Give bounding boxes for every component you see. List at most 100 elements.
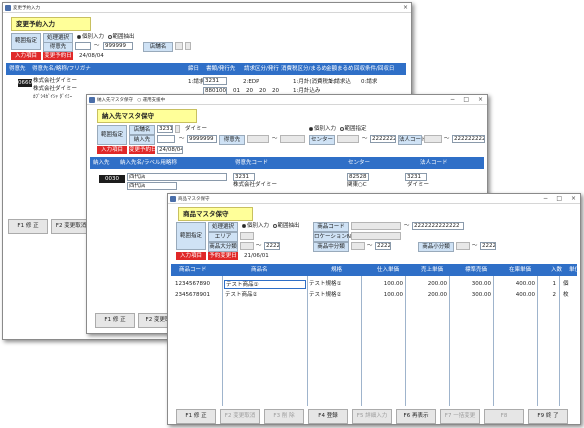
- maximize-icon[interactable]: □: [556, 195, 562, 202]
- center-from-input[interactable]: [337, 135, 359, 143]
- loc-input[interactable]: [351, 232, 401, 240]
- col-divider: [449, 276, 450, 406]
- row-code-cell[interactable]: 0660: [18, 79, 32, 87]
- title-bar: 納入先マスタ保守 ○ 運用支援中 − □ ×: [87, 95, 487, 105]
- window-title: 変更予約入力: [13, 6, 40, 11]
- screen-heading: 納入先マスタ保守: [97, 109, 197, 123]
- maximize-icon[interactable]: □: [463, 96, 469, 103]
- col-divider: [493, 276, 494, 406]
- dest-from-input[interactable]: [75, 42, 91, 50]
- row-stock: 400.00: [515, 281, 535, 287]
- deliv-from-input[interactable]: [157, 135, 175, 143]
- prod-code-to-input[interactable]: 2222222222222: [412, 222, 464, 230]
- close-icon[interactable]: ×: [403, 4, 408, 11]
- f6-button[interactable]: F6 再表示: [396, 409, 436, 424]
- range-label: 範囲指定: [11, 33, 41, 50]
- cat-mid-range-sep: 〜: [367, 243, 373, 249]
- proc-options: 個別入力 範囲抽出: [77, 33, 135, 41]
- f4-button[interactable]: F4 登録: [308, 409, 348, 424]
- proc-options: 個別入力 範囲指定: [309, 125, 367, 133]
- radio-individual[interactable]: [242, 223, 246, 228]
- row-col3-b[interactable]: 3231: [203, 77, 227, 85]
- row-qty: 2: [552, 292, 557, 298]
- change-date-input[interactable]: 24/08/04: [157, 146, 183, 154]
- f9-button[interactable]: F9 終 了: [528, 409, 568, 424]
- screen-heading: 商品マスタ保守: [178, 207, 253, 221]
- screen-heading: 変更予約入力: [11, 17, 91, 31]
- f2-button[interactable]: F2 変更取消: [220, 409, 260, 424]
- row-name1[interactable]: 西代店: [127, 173, 227, 181]
- store-label: 店舗名: [143, 42, 173, 52]
- row-kana: ｶﾌﾞｼｷｶﾞｲｼｬ ﾀﾞｲﾐｰ: [33, 94, 73, 100]
- prod-code-from-input[interactable]: [351, 222, 401, 230]
- window-product-master: 商品マスタ保守 − □ × 商品マスタ保守 範囲指定 処理選択 個別入力 範囲抽…: [167, 193, 581, 425]
- title-bar: 変更予約入力 ×: [3, 3, 411, 13]
- cat-big-to-input[interactable]: 2222: [264, 242, 280, 250]
- minimize-icon[interactable]: −: [450, 96, 455, 103]
- row-code: 1234567890: [175, 281, 210, 287]
- deliv-to-input[interactable]: 9999999: [187, 135, 217, 143]
- row-code-cell[interactable]: 0030: [99, 175, 125, 183]
- deliv-label: 納入先: [129, 135, 155, 145]
- range-label: 範囲指定: [176, 222, 206, 250]
- cat-small-to-input[interactable]: 2222: [480, 242, 496, 250]
- row-col3-a: 1:請求: [188, 79, 205, 85]
- col-divider: [537, 276, 538, 406]
- proc-label: 処理選択: [208, 222, 238, 232]
- window-title: 商品マスタ保守: [178, 197, 210, 202]
- center-to-input[interactable]: 2222222: [370, 135, 396, 143]
- cat-big-label: 商品大分類: [208, 242, 238, 252]
- area-input[interactable]: [240, 232, 254, 240]
- change-date-label: 変更予約日: [43, 52, 73, 60]
- radio-range[interactable]: [107, 34, 112, 39]
- cat-mid-to-input[interactable]: 2222: [375, 242, 391, 250]
- close-icon[interactable]: ×: [571, 195, 576, 202]
- row-corp-code[interactable]: 3231: [405, 173, 427, 181]
- grid-header: 納入先 納入先名/ラベル用略称 得意先コード センター 法人コード: [90, 157, 484, 169]
- f2-button[interactable]: F2 変更取消: [51, 219, 91, 234]
- corp-to-input[interactable]: 2222222222222: [452, 135, 485, 143]
- input-item-label: 入力項目: [176, 252, 206, 260]
- dest-to-input[interactable]: 999999: [103, 42, 133, 50]
- minimize-icon[interactable]: −: [543, 195, 548, 202]
- col-divider: [559, 276, 560, 406]
- row-col6: 1:請求込: [329, 79, 351, 85]
- f7-button[interactable]: F7 一括変更: [440, 409, 480, 424]
- f5-button[interactable]: F5 詳細入力: [352, 409, 392, 424]
- cat-small-from-input[interactable]: [456, 242, 470, 250]
- close-icon[interactable]: ×: [478, 96, 483, 103]
- row-center-code[interactable]: 82528: [347, 173, 369, 181]
- prod-code-range-sep: 〜: [404, 223, 410, 229]
- dest-range-sep: 〜: [272, 136, 278, 142]
- f8-button[interactable]: F8: [484, 409, 524, 424]
- corp-from-input[interactable]: [424, 135, 442, 143]
- dest-label: 得意先: [43, 42, 73, 52]
- dest-from-input[interactable]: [247, 135, 269, 143]
- dest-to-input[interactable]: [280, 135, 305, 143]
- f1-button[interactable]: F1 修 正: [8, 219, 48, 234]
- f1-button[interactable]: F1 修 正: [95, 313, 135, 328]
- col-divider: [307, 276, 308, 406]
- radio-range[interactable]: [339, 126, 344, 131]
- f3-button[interactable]: F3 削 除: [264, 409, 304, 424]
- radio-individual[interactable]: [309, 126, 313, 131]
- row-name-input[interactable]: テスト商品①: [224, 280, 306, 289]
- app-icon: [170, 196, 176, 202]
- store-input[interactable]: [175, 42, 183, 50]
- cat-big-range-sep: 〜: [256, 243, 262, 249]
- row-dest-code[interactable]: 3231: [233, 173, 255, 181]
- row-unit: 枚: [563, 292, 569, 298]
- store-label: 店舗名: [129, 125, 155, 135]
- store-extra-input[interactable]: [175, 125, 180, 133]
- cat-big-from-input[interactable]: [240, 242, 254, 250]
- radio-individual[interactable]: [77, 34, 81, 39]
- store-code-input[interactable]: 3231: [157, 125, 173, 133]
- row-name2[interactable]: 西代店: [127, 182, 177, 190]
- cat-mid-from-input[interactable]: [351, 242, 365, 250]
- change-date-label: 変更予約日: [129, 146, 157, 154]
- row-center-name: 関東○C: [347, 182, 367, 188]
- f1-button[interactable]: F1 修 正: [176, 409, 216, 424]
- radio-range[interactable]: [272, 223, 277, 228]
- store-input-2[interactable]: [185, 42, 191, 50]
- app-icon: [89, 97, 95, 103]
